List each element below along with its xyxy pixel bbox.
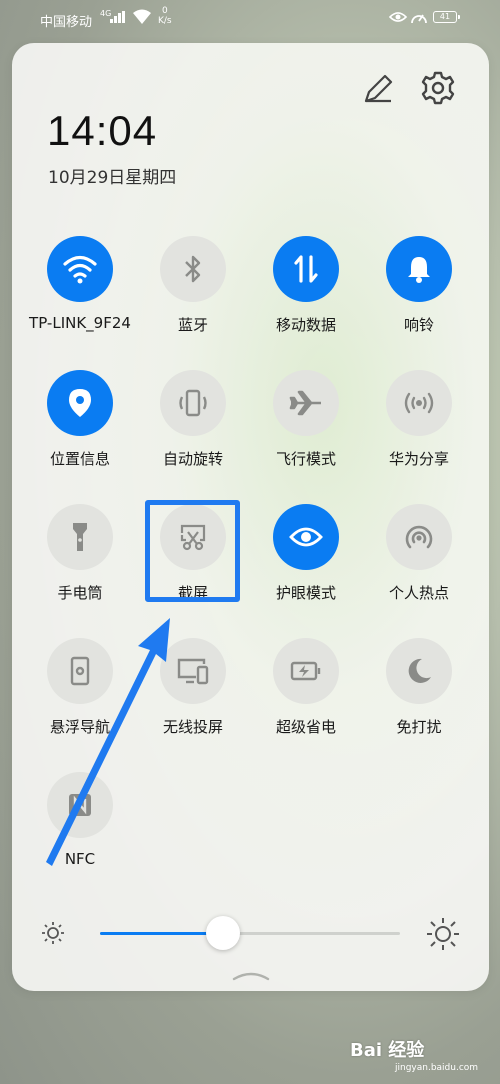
tile-location[interactable]: 位置信息 xyxy=(20,370,140,490)
watermark-logo: Bai 经验 xyxy=(350,1040,425,1061)
edit-icon[interactable] xyxy=(361,72,395,106)
network-speed: 0 K/s xyxy=(158,6,172,26)
tile-label: 位置信息 xyxy=(49,450,110,468)
eye-comfort-status-icon xyxy=(389,12,407,22)
mobile-data-icon xyxy=(273,236,339,302)
tile-label: 免打扰 xyxy=(396,718,442,736)
tile-label: TP-LINK_9F24 xyxy=(29,314,131,332)
eye-comfort-icon xyxy=(273,504,339,570)
tile-airplane[interactable]: 飞行模式 xyxy=(246,370,366,490)
quick-settings-panel: 14:04 10月29日星期四 TP-LINK_9F24 蓝牙 移动数据 响铃 … xyxy=(12,43,489,991)
wireless-projection-icon xyxy=(160,638,226,704)
brightness-low-icon xyxy=(42,922,64,944)
ultra-power-saving-icon xyxy=(273,638,339,704)
tile-do-not-disturb[interactable]: 免打扰 xyxy=(359,638,479,758)
brightness-slider-fill xyxy=(100,932,223,935)
airplane-icon xyxy=(273,370,339,436)
tile-label: 护眼模式 xyxy=(275,584,336,602)
tile-ringer[interactable]: 响铃 xyxy=(359,236,479,356)
moon-icon xyxy=(386,638,452,704)
flashlight-icon xyxy=(47,504,113,570)
brightness-high-icon xyxy=(427,918,459,950)
huawei-share-icon xyxy=(386,370,452,436)
hotspot-icon xyxy=(386,504,452,570)
tile-eye-comfort[interactable]: 护眼模式 xyxy=(246,504,366,624)
floating-nav-icon xyxy=(47,638,113,704)
bluetooth-icon xyxy=(160,236,226,302)
screenshot-highlight-box xyxy=(145,500,240,602)
location-icon xyxy=(47,370,113,436)
tile-label: 超级省电 xyxy=(275,718,336,736)
tile-label: 移动数据 xyxy=(275,316,336,334)
clock-time: 14:04 xyxy=(47,107,158,154)
tile-floating-nav[interactable]: 悬浮导航 xyxy=(20,638,140,758)
tile-flashlight[interactable]: 手电筒 xyxy=(20,504,140,624)
wifi-icon xyxy=(47,236,113,302)
tile-label: 响铃 xyxy=(403,316,434,334)
tile-wifi[interactable]: TP-LINK_9F24 xyxy=(20,236,140,356)
carrier-label: 中国移动 xyxy=(40,15,93,30)
collapse-handle-icon[interactable] xyxy=(231,969,271,981)
tile-mobile-data[interactable]: 移动数据 xyxy=(246,236,366,356)
tile-label: 自动旋转 xyxy=(162,450,223,468)
bell-icon xyxy=(386,236,452,302)
signal-icon xyxy=(110,11,126,23)
tile-label: NFC xyxy=(64,850,96,868)
tile-auto-rotate[interactable]: 自动旋转 xyxy=(133,370,253,490)
date-label: 10月29日星期四 xyxy=(48,168,177,188)
tile-label: 悬浮导航 xyxy=(49,718,110,736)
tile-ultra-power-saving[interactable]: 超级省电 xyxy=(246,638,366,758)
tile-label: 华为分享 xyxy=(388,450,449,468)
auto-rotate-icon xyxy=(160,370,226,436)
brightness-slider[interactable] xyxy=(100,916,400,950)
status-bar: 中国移动 4G 0 K/s 41 xyxy=(0,0,500,40)
tile-label: 飞行模式 xyxy=(275,450,336,468)
tile-huawei-share[interactable]: 华为分享 xyxy=(359,370,479,490)
tile-wireless-projection[interactable]: 无线投屏 xyxy=(133,638,253,758)
tile-hotspot[interactable]: 个人热点 xyxy=(359,504,479,624)
tile-label: 手电筒 xyxy=(57,584,103,602)
tile-label: 个人热点 xyxy=(388,584,449,602)
tile-bluetooth[interactable]: 蓝牙 xyxy=(133,236,253,356)
wifi-status-icon xyxy=(133,9,151,24)
tile-nfc[interactable]: NFC xyxy=(20,772,140,892)
battery-icon: 41 xyxy=(433,11,460,23)
nfc-icon xyxy=(47,772,113,838)
watermark-url: jingyan.baidu.com xyxy=(395,1063,479,1073)
brightness-slider-thumb[interactable] xyxy=(206,916,240,950)
tile-label: 无线投屏 xyxy=(162,718,223,736)
gear-icon[interactable] xyxy=(420,70,456,106)
tile-label: 蓝牙 xyxy=(177,316,208,334)
speed-gauge-icon xyxy=(411,14,427,24)
